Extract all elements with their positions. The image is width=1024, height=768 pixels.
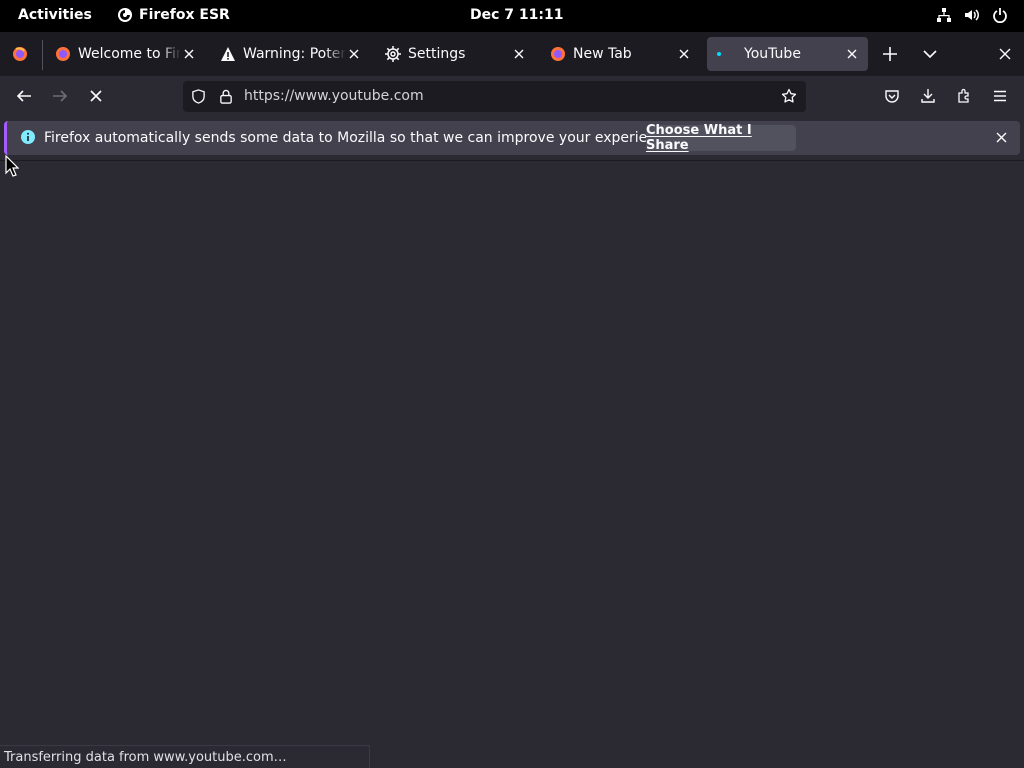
close-tab-icon[interactable] [844,46,860,62]
download-icon [921,89,935,103]
list-all-tabs-button[interactable] [918,42,942,66]
tab-new-tab[interactable]: New Tab [542,37,700,71]
hamburger-menu-icon [994,90,1006,102]
loading-dot-icon [717,52,721,56]
data-collection-notification: Firefox automatically sends some data to… [4,121,1020,155]
clock[interactable]: Dec 7 11:11 [470,7,563,23]
app-name-label: Firefox ESR [139,7,230,23]
tab-settings[interactable]: Settings [377,37,535,71]
arrow-left-icon [16,90,31,102]
close-tab-icon[interactable] [511,46,527,62]
pocket-button[interactable] [880,84,904,108]
tab-welcome[interactable]: Welcome to Firefox [47,37,205,71]
extensions-button[interactable] [952,84,976,108]
stop-button[interactable] [84,84,108,108]
firefox-icon [551,47,565,61]
tab-label: Welcome to Firefox [78,46,181,62]
firefox-view-button[interactable] [8,42,32,66]
volume-icon [965,9,979,21]
close-tab-icon[interactable] [346,46,362,62]
new-tab-button[interactable] [878,42,902,66]
back-button[interactable] [12,84,36,108]
close-tab-icon[interactable] [676,46,692,62]
tracking-shield-icon[interactable] [191,89,206,104]
power-icon [993,8,1007,23]
app-menu[interactable]: Firefox ESR [117,7,230,23]
network-icon [937,8,951,22]
chevron-down-icon [923,50,937,59]
tab-label: New Tab [573,46,632,62]
gear-icon [385,46,401,62]
navigation-toolbar: https://www.youtube.com [0,76,1024,116]
url-bar[interactable]: https://www.youtube.com [183,81,806,112]
arrow-right-icon [53,90,68,102]
mouse-pointer-icon [5,155,19,177]
app-menu-button[interactable] [988,84,1012,108]
close-tab-icon[interactable] [181,46,197,62]
firefox-esr-icon [118,8,132,22]
firefox-icon [13,47,27,61]
pocket-icon [885,90,899,103]
choose-what-i-share-button[interactable]: Choose What I Share [646,123,796,153]
info-icon [21,130,35,144]
notification-message: Firefox automatically sends some data to… [44,130,677,146]
star-bookmark-icon[interactable] [781,88,797,104]
tab-label: Settings [408,46,466,62]
page-content-area[interactable] [0,160,1024,768]
close-icon[interactable] [996,132,1007,143]
forward-button[interactable] [48,84,72,108]
plus-icon [883,47,897,61]
tab-separator [42,40,43,70]
warning-icon [221,47,235,61]
close-window-button[interactable] [993,42,1017,66]
puzzle-extensions-icon [958,88,969,103]
system-tray[interactable] [936,7,1008,23]
tab-label: YouTube [744,46,801,62]
tab-label: Warning: Potential Security Risk Ahead [243,46,346,62]
activities-button[interactable]: Activities [18,7,92,23]
tab-youtube[interactable]: YouTube [707,37,868,71]
tab-strip: Welcome to Firefox Warning: Potential Se… [0,32,1024,76]
close-icon [999,48,1011,60]
system-top-bar: Activities Firefox ESR Dec 7 11:11 [0,0,1024,32]
stop-x-icon [90,90,102,102]
firefox-icon [56,47,70,61]
downloads-button[interactable] [916,84,940,108]
tab-warning[interactable]: Warning: Potential Security Risk Ahead [212,37,370,71]
lock-icon[interactable] [219,89,233,104]
status-panel: Transferring data from www.youtube.com… [0,745,370,768]
url-text[interactable]: https://www.youtube.com [244,88,424,104]
